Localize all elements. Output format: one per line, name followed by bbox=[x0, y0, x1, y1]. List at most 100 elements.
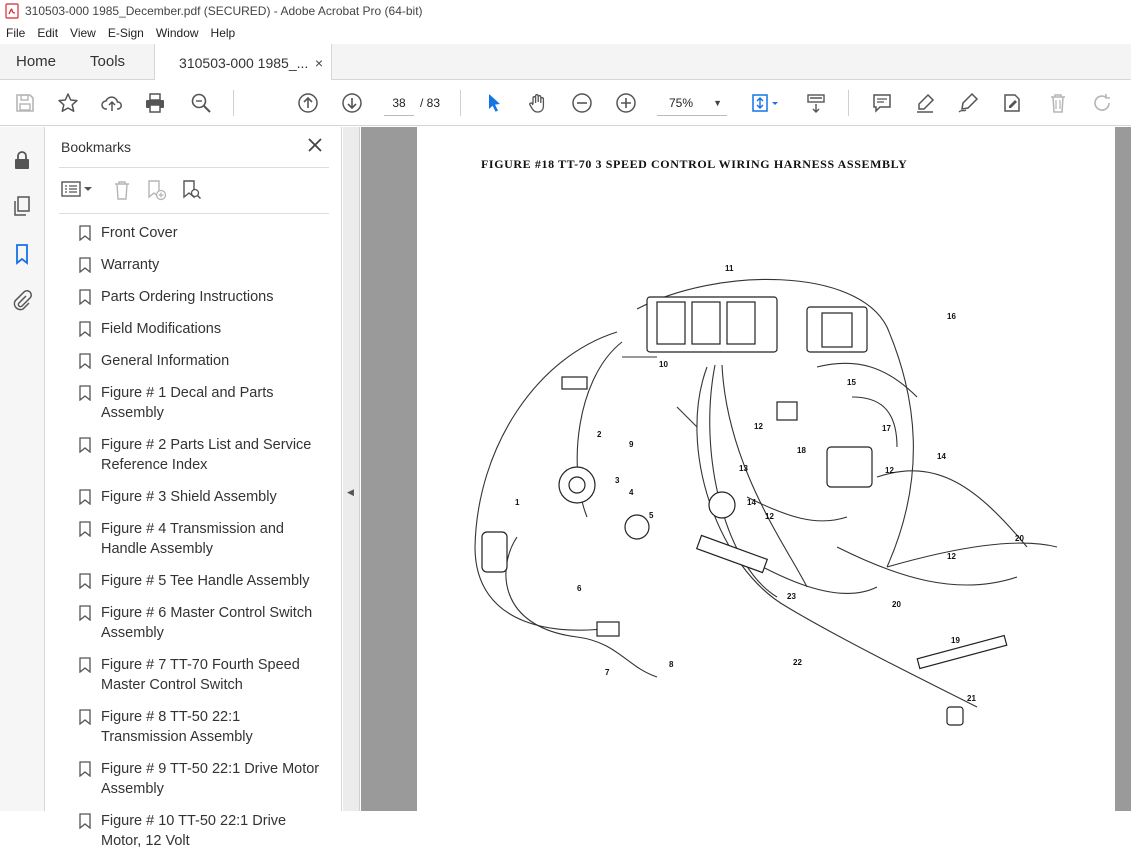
sign-icon[interactable] bbox=[957, 92, 979, 114]
print-icon[interactable] bbox=[144, 92, 166, 114]
bookmark-item[interactable]: Figure # 6 Master Control Switch Assembl… bbox=[75, 603, 320, 643]
zoom-select[interactable]: 75% ▼ bbox=[657, 90, 727, 116]
bookmark-label: Field Modifications bbox=[101, 321, 222, 337]
callout-label: 8 bbox=[669, 660, 674, 669]
tab-document[interactable]: 310503-000 1985_... × bbox=[154, 44, 333, 81]
bookmark-label: General Information bbox=[101, 353, 230, 369]
page-number-input[interactable]: 38 bbox=[384, 90, 414, 116]
main-toolbar bbox=[0, 80, 1131, 126]
bookmark-item[interactable]: Figure # 1 Decal and Parts Assembly bbox=[75, 383, 320, 423]
fit-page-icon[interactable] bbox=[750, 92, 772, 114]
zoom-in-icon[interactable] bbox=[615, 92, 637, 114]
hand-tool-icon[interactable] bbox=[527, 92, 549, 114]
callout-label: 2 bbox=[597, 430, 602, 439]
highlight-pen-icon[interactable] bbox=[914, 92, 936, 114]
menu-bar: File Edit View E-Sign Window Help bbox=[0, 22, 1131, 44]
bookmark-label: Figure # 9 TT-50 22:1 Drive Motor Assemb… bbox=[101, 761, 320, 797]
comment-icon[interactable] bbox=[871, 92, 893, 114]
tab-document-label: 310503-000 1985_... bbox=[179, 54, 309, 71]
bookmark-flag-icon bbox=[79, 353, 91, 369]
lock-icon[interactable] bbox=[11, 149, 33, 171]
menu-esign[interactable]: E-Sign bbox=[102, 26, 150, 40]
callout-label: 17 bbox=[882, 424, 891, 433]
chevron-down-icon[interactable] bbox=[84, 185, 92, 193]
document-view[interactable]: FIGURE #18 TT-70 3 SPEED CONTROL WIRING … bbox=[361, 127, 1131, 811]
bookmark-item[interactable]: Parts Ordering Instructions bbox=[75, 287, 320, 307]
callout-label: 12 bbox=[754, 422, 763, 431]
bookmark-item[interactable]: Figure # 3 Shield Assembly bbox=[75, 487, 320, 507]
callout-label: 7 bbox=[605, 668, 610, 677]
page-up-icon[interactable] bbox=[297, 92, 319, 114]
bookmarks-panel: Bookmarks Front Cover Warranty Parts Ord… bbox=[45, 127, 378, 849]
bookmark-label: Parts Ordering Instructions bbox=[101, 289, 274, 305]
tab-close-icon[interactable]: × bbox=[315, 55, 323, 71]
close-icon[interactable] bbox=[306, 136, 324, 154]
toolbar-separator bbox=[848, 90, 849, 116]
figure-title: FIGURE #18 TT-70 3 SPEED CONTROL WIRING … bbox=[481, 157, 908, 171]
fit-page-dropdown-icon[interactable] bbox=[770, 92, 780, 114]
panel-divider bbox=[59, 213, 329, 214]
callout-label: 19 bbox=[951, 636, 960, 645]
callout-label: 15 bbox=[847, 378, 856, 387]
bookmark-flag-icon bbox=[79, 437, 91, 453]
bookmark-item[interactable]: Front Cover bbox=[75, 223, 320, 243]
bookmark-icon[interactable] bbox=[11, 243, 33, 265]
callout-label: 13 bbox=[739, 464, 748, 473]
page-down-icon[interactable] bbox=[341, 92, 363, 114]
zoom-out-icon[interactable] bbox=[571, 92, 593, 114]
bookmark-item[interactable]: Figure # 5 Tee Handle Assembly bbox=[75, 571, 320, 591]
toolbar-separator bbox=[233, 90, 234, 116]
menu-help[interactable]: Help bbox=[205, 26, 242, 40]
menu-edit[interactable]: Edit bbox=[31, 26, 64, 40]
options-list-icon[interactable] bbox=[61, 180, 81, 198]
bookmark-item[interactable]: Figure # 10 TT-50 22:1 Drive Motor, 12 V… bbox=[75, 811, 320, 851]
bookmark-item[interactable]: General Information bbox=[75, 351, 320, 371]
pdf-page: FIGURE #18 TT-70 3 SPEED CONTROL WIRING … bbox=[417, 127, 1115, 811]
tab-home[interactable]: Home bbox=[0, 44, 72, 79]
star-icon[interactable] bbox=[57, 92, 79, 114]
menu-window[interactable]: Window bbox=[150, 26, 205, 40]
bookmark-item[interactable]: Figure # 4 Transmission and Handle Assem… bbox=[75, 519, 320, 559]
tab-tools[interactable]: Tools bbox=[72, 44, 141, 79]
menu-view[interactable]: View bbox=[64, 26, 102, 40]
menu-file[interactable]: File bbox=[0, 26, 31, 40]
attachment-icon[interactable] bbox=[11, 289, 33, 311]
cloud-upload-icon[interactable] bbox=[101, 92, 123, 114]
callout-label: 12 bbox=[947, 552, 956, 561]
callout-label: 11 bbox=[725, 264, 734, 273]
redo-icon[interactable] bbox=[1091, 92, 1113, 114]
callout-label: 14 bbox=[747, 498, 756, 507]
bookmark-item[interactable]: Figure # 2 Parts List and Service Refere… bbox=[75, 435, 320, 475]
scroll-mode-icon[interactable] bbox=[805, 92, 827, 114]
collapse-arrow-icon: ◀ bbox=[347, 487, 354, 497]
bookmark-item[interactable]: Field Modifications bbox=[75, 319, 320, 339]
search-zoom-icon[interactable] bbox=[190, 92, 212, 114]
bookmark-label: Warranty bbox=[101, 257, 160, 273]
save-icon[interactable] bbox=[14, 92, 36, 114]
bookmark-flag-icon bbox=[79, 225, 91, 241]
bookmark-item[interactable]: Figure # 7 TT-70 Fourth Speed Master Con… bbox=[75, 655, 320, 695]
bookmark-item[interactable]: Figure # 8 TT-50 22:1 Transmission Assem… bbox=[75, 707, 320, 747]
callout-label: 14 bbox=[937, 452, 946, 461]
bookmark-item[interactable]: Figure # 9 TT-50 22:1 Drive Motor Assemb… bbox=[75, 759, 320, 799]
zoom-value: 75% bbox=[669, 95, 694, 110]
page-thumbnails-icon[interactable] bbox=[11, 195, 33, 217]
find-bookmark-icon[interactable] bbox=[180, 179, 202, 201]
toolbar-separator bbox=[460, 90, 461, 116]
callout-label: 21 bbox=[967, 694, 976, 703]
delete-icon[interactable] bbox=[1047, 92, 1069, 114]
window-titlebar: 310503-000 1985_December.pdf (SECURED) -… bbox=[0, 0, 1131, 22]
delete-bookmark-icon[interactable] bbox=[112, 179, 132, 201]
callout-label: 23 bbox=[787, 592, 796, 601]
bookmark-flag-icon bbox=[79, 321, 91, 337]
bookmark-label: Figure # 10 TT-50 22:1 Drive Motor, 12 V… bbox=[101, 813, 287, 849]
bookmark-flag-icon bbox=[79, 761, 91, 777]
fill-sign-icon[interactable] bbox=[1001, 92, 1023, 114]
callout-label: 20 bbox=[1015, 534, 1024, 543]
new-bookmark-icon[interactable] bbox=[145, 179, 167, 201]
bookmark-label: Figure # 5 Tee Handle Assembly bbox=[101, 573, 310, 589]
select-cursor-icon[interactable] bbox=[483, 92, 505, 114]
panel-collapse-handle[interactable]: ◀ bbox=[343, 127, 360, 811]
acrobat-pdf-icon bbox=[5, 3, 19, 19]
bookmark-item[interactable]: Warranty bbox=[75, 255, 320, 275]
